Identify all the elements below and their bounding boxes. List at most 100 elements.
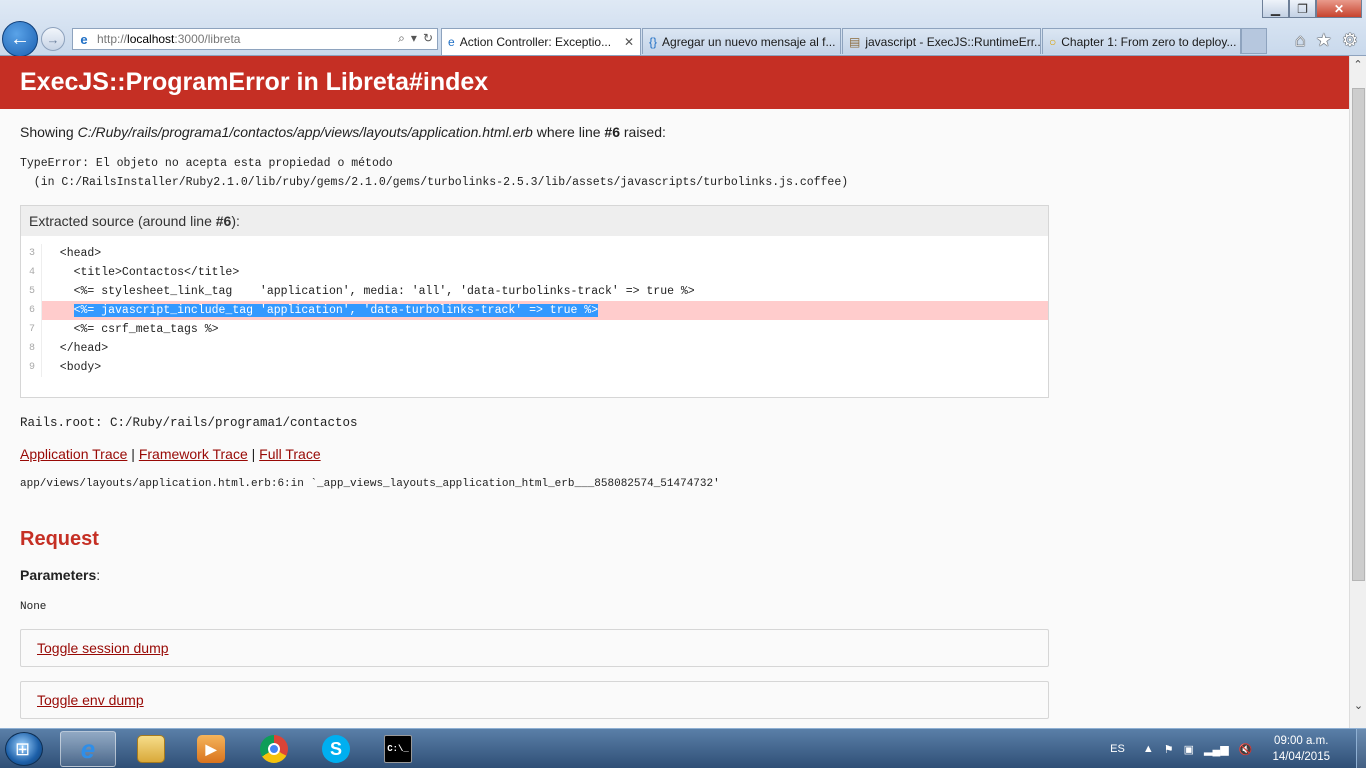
code-line-highlighted: <%= javascript_include_tag 'application'… bbox=[42, 301, 1048, 320]
search-icon[interactable]: ⌕ bbox=[398, 31, 405, 46]
extracted-source-title: Extracted source (around line #6): bbox=[21, 206, 1048, 236]
back-arrow-icon: ← bbox=[10, 27, 30, 50]
vertical-scrollbar[interactable]: ⌃ ⌄ bbox=[1349, 56, 1366, 728]
show-hidden-icons-icon[interactable]: ▲ bbox=[1143, 743, 1154, 755]
chrome-icon bbox=[260, 735, 288, 763]
tab-label: Action Controller: Exceptio... bbox=[459, 35, 612, 49]
device-icon[interactable]: ▣ bbox=[1184, 743, 1194, 756]
scroll-up-icon[interactable]: ⌃ bbox=[1350, 56, 1366, 73]
trace-links: Application Trace | Framework Trace | Fu… bbox=[20, 446, 1329, 462]
tab-chapter-1[interactable]: ○ Chapter 1: From zero to deploy... bbox=[1042, 28, 1241, 54]
close-button[interactable]: ✕ bbox=[1316, 0, 1362, 18]
taskbar-chrome[interactable] bbox=[246, 731, 302, 767]
refresh-icon[interactable]: ↻ bbox=[423, 31, 433, 46]
scroll-down-icon[interactable]: ⌄ bbox=[1350, 697, 1366, 714]
error-header: ExecJS::ProgramError in Libreta#index bbox=[0, 56, 1349, 109]
tab-execjs-runtime[interactable]: ▤ javascript - ExecJS::RuntimeErr... bbox=[842, 28, 1041, 54]
ie-icon: e bbox=[448, 35, 455, 49]
folder-icon bbox=[137, 735, 165, 763]
taskbar-internet-explorer[interactable]: e bbox=[60, 731, 116, 767]
home-icon[interactable]: ⌂ bbox=[1295, 30, 1306, 51]
skype-icon: S bbox=[322, 735, 350, 763]
toggle-session-dump-link[interactable]: Toggle session dump bbox=[37, 640, 169, 656]
dropdown-icon[interactable]: ▾ bbox=[411, 31, 417, 46]
parameters-colon: : bbox=[96, 567, 101, 583]
address-path: :3000/libreta bbox=[174, 32, 241, 46]
scroll-thumb[interactable] bbox=[1352, 88, 1365, 581]
rails-root: Rails.root: C:/Ruby/rails/programa1/cont… bbox=[20, 416, 358, 430]
showing-file: C:/Ruby/rails/programa1/contactos/app/vi… bbox=[77, 124, 533, 140]
new-tab-button[interactable] bbox=[1241, 28, 1267, 54]
circle-icon: ○ bbox=[1049, 34, 1057, 49]
address-bar[interactable]: e http://localhost:3000/libreta ⌕ ▾ ↻ bbox=[72, 28, 438, 50]
extracted-line-number: #6 bbox=[215, 213, 232, 229]
trace-line: app/views/layouts/application.html.erb:6… bbox=[20, 478, 720, 490]
code-line: </head> bbox=[46, 342, 109, 355]
tab-close-icon[interactable]: ✕ bbox=[618, 35, 634, 49]
volume-muted-icon[interactable]: 🔇 bbox=[1239, 743, 1253, 756]
page-title: ExecJS::ProgramError in Libreta#index bbox=[20, 68, 489, 96]
start-button[interactable]: ⊞ bbox=[5, 732, 43, 766]
trace-separator: | bbox=[127, 446, 139, 462]
system-tray: ES ▲ ⚑ ▣ ▂▄▆ 🔇 09:00 a.m. 14/04/2015 bbox=[1110, 729, 1366, 768]
command-prompt-icon: C:\_ bbox=[384, 735, 412, 763]
line-number: 5 bbox=[29, 286, 36, 297]
parameters-value: None bbox=[20, 601, 47, 613]
toggle-env-dump-link[interactable]: Toggle env dump bbox=[37, 692, 144, 708]
action-center-flag-icon[interactable]: ⚑ bbox=[1164, 743, 1174, 756]
application-trace-link[interactable]: Application Trace bbox=[20, 446, 127, 462]
taskbar-media-player[interactable]: ▶ bbox=[183, 731, 239, 767]
braces-icon: {} bbox=[649, 34, 658, 49]
ie-page-icon: e bbox=[80, 31, 88, 47]
page-icon: ▤ bbox=[849, 34, 861, 49]
tab-agregar-mensaje[interactable]: {} Agregar un nuevo mensaje al f... bbox=[642, 28, 841, 54]
show-desktop-button[interactable] bbox=[1356, 729, 1366, 768]
code-line: <head> bbox=[46, 247, 102, 260]
gear-icon[interactable]: ⚙ bbox=[1342, 30, 1358, 51]
error-content: Showing C:/Ruby/rails/programa1/contacto… bbox=[0, 124, 1349, 719]
line-number: 7 bbox=[29, 324, 36, 335]
tab-label: javascript - ExecJS::RuntimeErr... bbox=[865, 34, 1041, 49]
clock-time: 09:00 a.m. bbox=[1274, 735, 1329, 747]
line-number: 8 bbox=[29, 343, 36, 354]
code-line: <title>Contactos</title> bbox=[46, 266, 240, 279]
extracted-source: Extracted source (around line #6): 3 4 5… bbox=[20, 205, 1049, 398]
framework-trace-link[interactable]: Framework Trace bbox=[139, 446, 248, 462]
network-signal-icon[interactable]: ▂▄▆ bbox=[1204, 743, 1229, 756]
code-line: <body> bbox=[46, 361, 102, 374]
showing-prefix: Showing bbox=[20, 124, 78, 140]
favorites-star-icon[interactable]: ★ bbox=[1316, 30, 1332, 51]
showing-middle: where line bbox=[532, 124, 605, 140]
internet-explorer-icon: e bbox=[80, 733, 96, 764]
maximize-button[interactable]: ❐ bbox=[1289, 0, 1316, 18]
showing-line-number: #6 bbox=[604, 124, 620, 140]
line-numbers: 3 4 5 6 7 8 9 bbox=[21, 244, 41, 377]
request-heading: Request bbox=[20, 528, 99, 550]
taskbar-file-explorer[interactable] bbox=[123, 731, 179, 767]
windows-logo-icon: ⊞ bbox=[15, 739, 31, 759]
showing-line: Showing C:/Ruby/rails/programa1/contacto… bbox=[20, 124, 1329, 140]
taskbar-command-prompt[interactable]: C:\_ bbox=[370, 731, 426, 767]
env-dump-box: Toggle env dump bbox=[20, 681, 1049, 719]
code-line: <%= stylesheet_link_tag 'application', m… bbox=[46, 285, 695, 298]
extracted-prefix: Extracted source (around line bbox=[29, 213, 216, 229]
minimize-button[interactable]: ▁ bbox=[1262, 0, 1289, 18]
window-controls: ▁ ❐ ✕ bbox=[1262, 0, 1362, 18]
session-dump-box: Toggle session dump bbox=[20, 629, 1049, 667]
tab-label: Chapter 1: From zero to deploy... bbox=[1061, 34, 1237, 49]
forward-button[interactable]: → bbox=[41, 27, 65, 51]
back-button[interactable]: ← bbox=[2, 21, 38, 57]
media-player-icon: ▶ bbox=[197, 735, 225, 763]
taskbar-skype[interactable]: S bbox=[308, 731, 364, 767]
line-number: 6 bbox=[29, 305, 36, 316]
tab-label: Agregar un nuevo mensaje al f... bbox=[662, 34, 836, 49]
clock[interactable]: 09:00 a.m. 14/04/2015 bbox=[1272, 733, 1330, 765]
full-trace-link[interactable]: Full Trace bbox=[259, 446, 320, 462]
line-number: 4 bbox=[29, 267, 36, 278]
tab-action-controller[interactable]: e Action Controller: Exceptio... ✕ bbox=[441, 28, 641, 55]
language-indicator[interactable]: ES bbox=[1110, 743, 1125, 755]
forward-arrow-icon: → bbox=[46, 31, 60, 47]
line-number: 9 bbox=[29, 362, 36, 373]
parameters-label-text: Parameters bbox=[20, 567, 97, 583]
showing-suffix: raised: bbox=[619, 124, 666, 140]
